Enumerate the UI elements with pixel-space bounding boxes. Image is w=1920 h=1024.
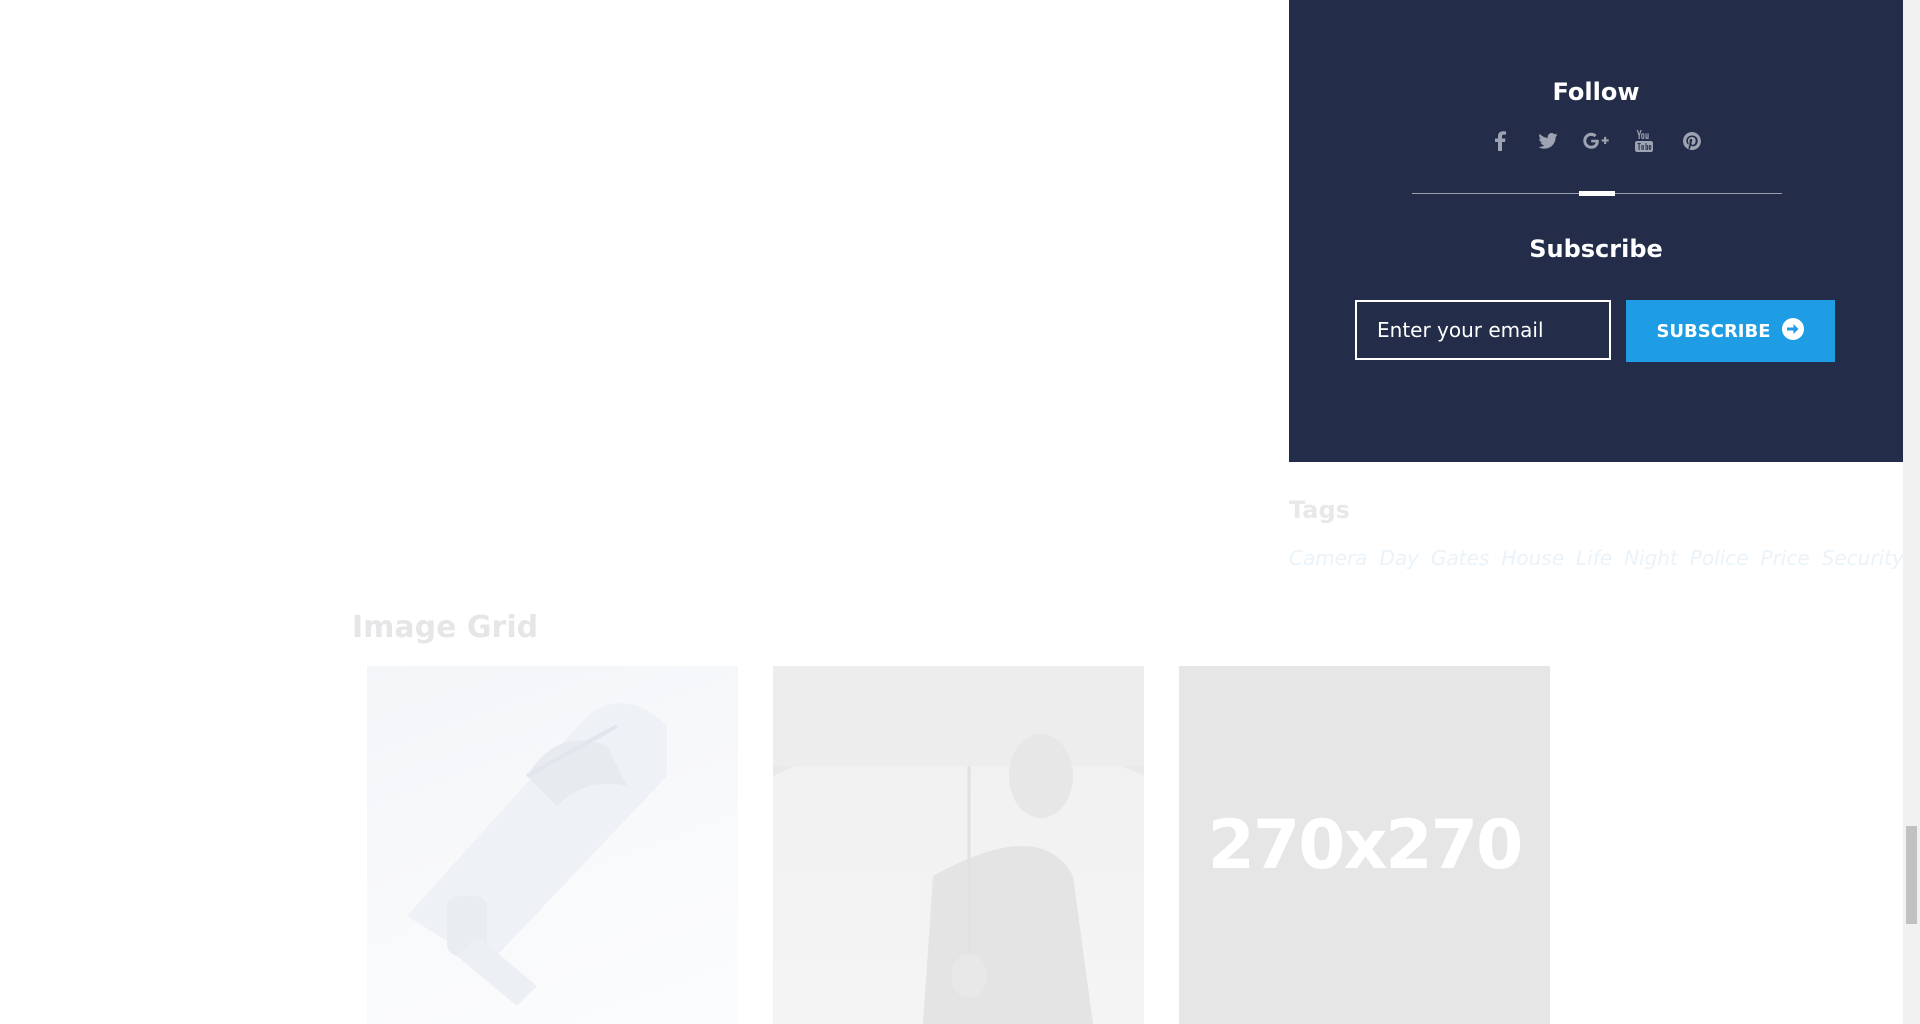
subscribe-button[interactable]: SUBSCRIBE (1626, 300, 1835, 362)
facebook-icon[interactable] (1487, 128, 1513, 154)
google-plus-icon[interactable] (1583, 128, 1609, 154)
arrow-circle-right-icon (1781, 317, 1805, 346)
subscribe-button-label: SUBSCRIBE (1656, 320, 1771, 342)
tags-list: Camera Day Gates House Life Night Police… (1289, 546, 1904, 570)
divider-accent (1579, 191, 1615, 196)
page: Follow Subscribe SUBSCRIBE (0, 0, 1920, 1024)
tag-link[interactable]: Security (1822, 546, 1904, 570)
tag-link[interactable]: Life (1576, 546, 1612, 570)
tag-link[interactable]: Price (1761, 546, 1810, 570)
tag-link[interactable]: Gates (1431, 546, 1489, 570)
follow-subscribe-panel: Follow Subscribe SUBSCRIBE (1289, 0, 1903, 462)
follow-title: Follow (1552, 78, 1640, 106)
youtube-icon[interactable] (1631, 128, 1657, 154)
placeholder-size-label: 270x270 (1207, 806, 1524, 885)
tag-link[interactable]: Day (1380, 546, 1420, 570)
tag-link[interactable]: House (1501, 546, 1564, 570)
placeholder-image[interactable]: 270x270 (1179, 666, 1550, 1024)
scrollbar-thumb[interactable] (1906, 826, 1917, 924)
twitter-icon[interactable] (1535, 128, 1561, 154)
tags-title: Tags (1289, 496, 1350, 524)
image-grid-title: Image Grid (352, 610, 539, 645)
security-camera-image[interactable] (367, 666, 738, 1024)
tag-link[interactable]: Police (1690, 546, 1749, 570)
tag-link[interactable]: Night (1624, 546, 1678, 570)
man-with-umbrella-image[interactable] (773, 666, 1144, 1024)
tag-link[interactable]: Camera (1289, 546, 1368, 570)
social-icons (1289, 128, 1903, 154)
vertical-scrollbar[interactable] (1903, 0, 1920, 1024)
subscribe-title: Subscribe (1529, 235, 1663, 263)
email-field[interactable] (1355, 300, 1611, 360)
pinterest-icon[interactable] (1679, 128, 1705, 154)
